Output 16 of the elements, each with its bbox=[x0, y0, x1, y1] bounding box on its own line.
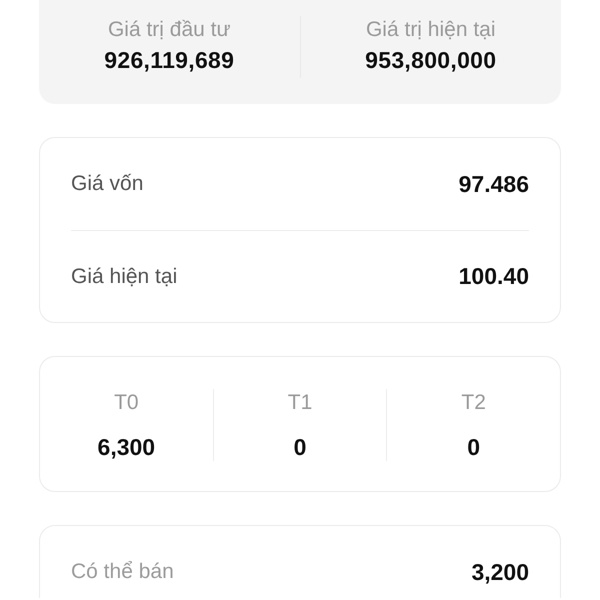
settlement-value: 6,300 bbox=[98, 433, 156, 461]
summary-label: Giá trị hiện tại bbox=[366, 17, 496, 43]
row-label: Giá vốn bbox=[71, 171, 144, 198]
settlement-value: 0 bbox=[294, 433, 306, 461]
row-label: Có thể bán bbox=[71, 559, 174, 586]
row-value: 100.40 bbox=[458, 262, 529, 292]
settlement-label: T0 bbox=[114, 390, 139, 416]
summary-label: Giá trị đầu tư bbox=[108, 17, 231, 43]
summary-value: 953,800,000 bbox=[365, 46, 496, 74]
settlement-label: T1 bbox=[288, 390, 312, 416]
summary-value: 926,119,689 bbox=[104, 46, 234, 74]
row-value: 3,200 bbox=[471, 558, 529, 587]
row-value: 97.486 bbox=[458, 170, 529, 199]
settlement-label: T2 bbox=[461, 390, 486, 416]
row-label: Giá hiện tại bbox=[71, 264, 178, 290]
settlement-value: 0 bbox=[467, 433, 480, 461]
